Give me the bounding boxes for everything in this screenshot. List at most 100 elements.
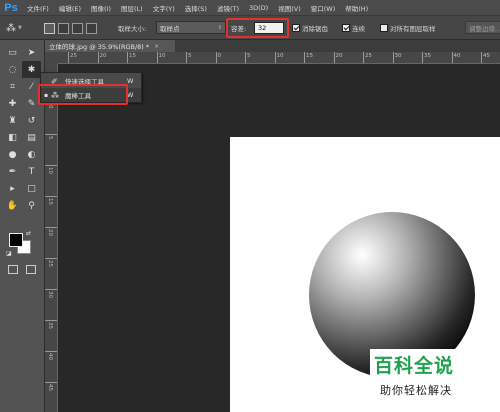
antialias-label: 消除锯齿 [302, 25, 328, 33]
crop-tool-icon[interactable]: ⌗ [3, 78, 22, 95]
ruler-label: 40 [47, 353, 53, 360]
foreground-color-swatch[interactable] [9, 233, 23, 247]
sample-all-layers-checkbox[interactable]: 对所有图层取样 [380, 16, 436, 40]
menu-bar: Ps 文件(F) 编辑(E) 图像(I) 图层(L) 文字(Y) 选择(S) 滤… [0, 0, 500, 16]
ruler-tick [45, 258, 57, 259]
watermark: 百科全说 助你轻松解决 [370, 349, 488, 406]
menu-window[interactable]: 窗口(W) [306, 3, 341, 13]
move-tool-icon[interactable]: ➤ [22, 44, 41, 61]
menu-help[interactable]: 帮助(H) [340, 3, 373, 13]
menu-items: 文件(F) 编辑(E) 图像(I) 图层(L) 文字(Y) 选择(S) 滤镜(T… [22, 3, 373, 13]
tool-preset-picker[interactable]: ⁂ ▼ [6, 16, 34, 40]
ruler-label: 5 [188, 53, 192, 59]
document-tab[interactable]: 立体的球.jpg @ 35.9%(RGB/8) * × [45, 40, 175, 52]
ruler-tick [45, 165, 57, 166]
ruler-tick [422, 52, 423, 63]
antialias-checkbox[interactable]: 消除锯齿 [292, 16, 328, 40]
chevron-down-icon: ▼ [18, 25, 22, 31]
selection-mode-group [44, 16, 100, 40]
close-icon[interactable]: × [154, 43, 159, 50]
options-bar: ⁂ ▼ 取样大小: 取样点 ⇕ 容差: 32 消除锯齿 连续 对所有图层取样 调… [0, 16, 500, 40]
tolerance-input[interactable]: 32 [254, 22, 284, 34]
ruler-tick [45, 196, 57, 197]
screen-mode-icon[interactable] [26, 265, 36, 274]
ruler-tick [45, 351, 57, 352]
dodge-tool-icon[interactable]: ◐ [22, 146, 41, 163]
hand-tool-icon[interactable]: ✋ [3, 197, 22, 214]
ruler-tick [481, 52, 482, 63]
magic-wand-tool-icon[interactable]: ✱ [22, 61, 41, 78]
swap-colors-icon[interactable]: ⇄ [26, 230, 31, 237]
ruler-tick [186, 52, 187, 63]
menu-3d[interactable]: 3D(D) [244, 4, 273, 12]
menu-layer[interactable]: 图层(L) [116, 3, 148, 13]
ruler-tick [215, 52, 217, 63]
menu-file[interactable]: 文件(F) [22, 3, 54, 13]
spot-healing-tool-icon[interactable]: ✚ [3, 95, 22, 112]
ruler-label: 20 [335, 53, 343, 59]
lasso-tool-icon[interactable]: ◌ [3, 61, 22, 78]
new-selection-button[interactable] [44, 22, 55, 34]
default-colors-icon[interactable]: ◪ [6, 250, 12, 257]
ruler-tick [68, 52, 69, 63]
ruler-tick [45, 320, 57, 321]
document-tab-title: 立体的球.jpg @ 35.9%(RGB/8) * [49, 43, 150, 51]
ruler-label: 30 [394, 53, 402, 59]
ruler-label: 5 [47, 136, 53, 140]
blur-tool-icon[interactable]: ● [3, 146, 22, 163]
menu-select[interactable]: 选择(S) [180, 3, 212, 13]
chevron-updown-icon: ⇕ [217, 24, 222, 31]
refine-edge-button[interactable]: 调整边缘... [465, 21, 500, 34]
ruler-label: 45 [483, 53, 490, 59]
type-tool-icon[interactable]: T [22, 163, 41, 180]
vertical-ruler[interactable]: 5051015202530354045 [45, 64, 58, 412]
ruler-tick [45, 227, 57, 228]
menu-view[interactable]: 视图(V) [273, 3, 306, 13]
ruler-tick [392, 52, 394, 63]
eraser-tool-icon[interactable]: ◧ [3, 129, 22, 146]
pen-tool-icon[interactable]: ✒ [3, 163, 22, 180]
watermark-subtitle: 助你轻松解决 [380, 384, 452, 397]
flyout-item-shortcut: W [127, 77, 134, 85]
menu-filter[interactable]: 滤镜(T) [212, 3, 244, 13]
watermark-title: 百科全说 [374, 355, 455, 377]
antialias-check-box[interactable] [292, 24, 300, 32]
ruler-label: 0 [47, 105, 53, 109]
add-to-selection-button[interactable] [58, 22, 69, 34]
quick-mask-icon[interactable] [8, 265, 18, 274]
all-layers-check-box[interactable] [380, 24, 388, 32]
ruler-label: 45 [47, 384, 53, 391]
contiguous-checkbox[interactable]: 连续 [342, 16, 365, 40]
rectangular-marquee-tool-icon[interactable]: ▭ [3, 44, 22, 61]
ruler-label: 25 [70, 53, 77, 59]
contiguous-check-box[interactable] [342, 24, 350, 32]
flyout-item-shortcut: W [127, 91, 134, 99]
menu-edit[interactable]: 编辑(E) [54, 3, 86, 13]
history-brush-tool-icon[interactable]: ↺ [22, 112, 41, 129]
ruler-label: 15 [306, 53, 313, 59]
magic-wand-highlight [38, 84, 128, 105]
gradient-tool-icon[interactable]: ▤ [22, 129, 41, 146]
contiguous-label: 连续 [352, 25, 365, 33]
ruler-label: 25 [365, 53, 372, 59]
ruler-label: 20 [47, 229, 53, 236]
intersect-selection-button[interactable] [86, 22, 97, 34]
horizontal-ruler[interactable]: 25 20 15 10 5 0 5 10 15 20 25 30 35 40 45 [58, 52, 500, 64]
ruler-tick [156, 52, 158, 63]
ruler-label: 10 [158, 53, 166, 59]
menu-type[interactable]: 文字(Y) [148, 3, 180, 13]
photoshop-logo: Ps [4, 1, 18, 14]
subtract-from-selection-button[interactable] [72, 22, 83, 34]
sample-size-value: 取样点 [160, 24, 180, 33]
sample-size-select[interactable]: 取样点 ⇕ [156, 21, 226, 34]
ruler-label: 40 [453, 53, 461, 59]
zoom-tool-icon[interactable]: ⚲ [22, 197, 41, 214]
clone-stamp-tool-icon[interactable]: ♜ [3, 112, 22, 129]
all-layers-label: 对所有图层取样 [390, 25, 436, 33]
ruler-label: 30 [47, 291, 53, 298]
menu-image[interactable]: 图像(I) [86, 3, 116, 13]
ruler-tick [363, 52, 364, 63]
path-selection-tool-icon[interactable]: ▸ [3, 180, 22, 197]
ruler-origin[interactable] [45, 52, 58, 64]
rectangle-tool-icon[interactable]: □ [22, 180, 41, 197]
